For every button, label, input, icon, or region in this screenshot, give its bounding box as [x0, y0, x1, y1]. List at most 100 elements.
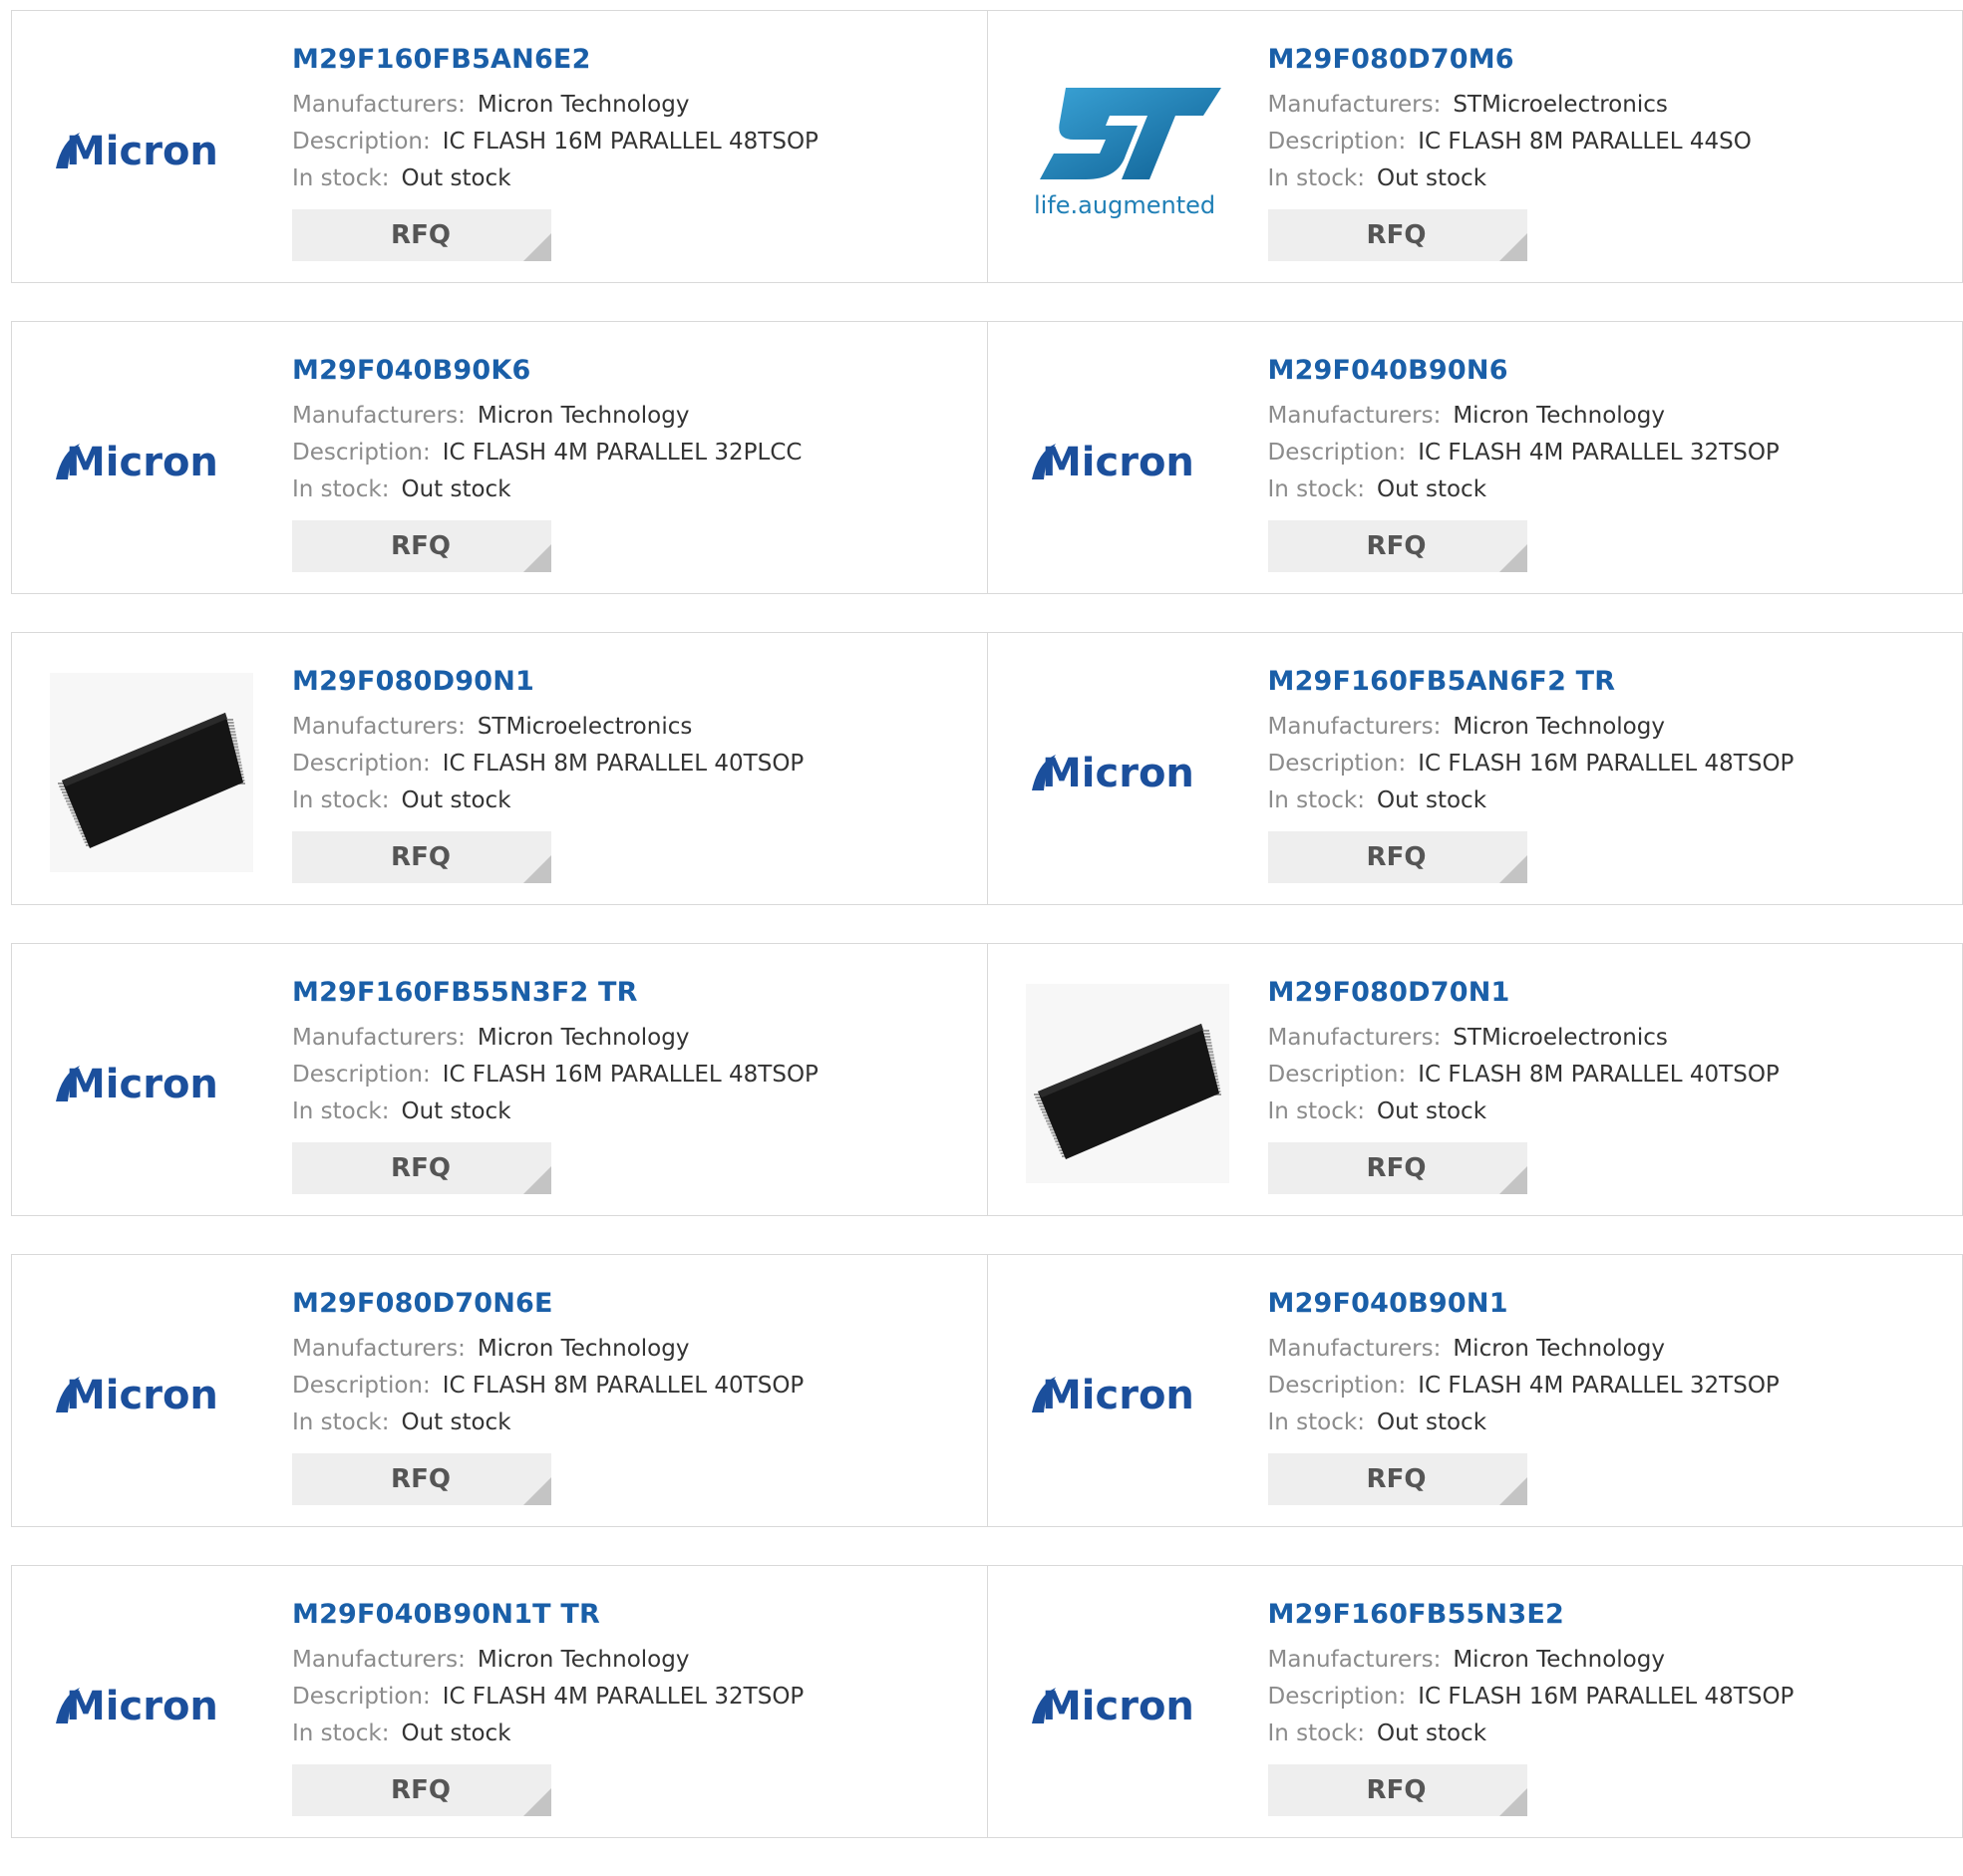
product-info: M29F040B90K6 Manufacturers:Micron Techno…: [292, 354, 802, 572]
description-label: Description:: [292, 1373, 431, 1399]
description-value: IC FLASH 4M PARALLEL 32TSOP: [443, 1684, 805, 1710]
rfq-button[interactable]: RFQ: [292, 520, 551, 572]
in-stock-label: In stock:: [292, 1409, 389, 1435]
part-number-link[interactable]: M29F160FB5AN6E2: [292, 43, 818, 77]
product-card: Micron M29F040B90N6 Manufacturers:Micron…: [988, 321, 1963, 594]
description-line: Description:IC FLASH 4M PARALLEL 32TSOP: [1268, 435, 1780, 471]
rfq-button[interactable]: RFQ: [1268, 209, 1527, 261]
description-line: Description: IC FLASH 8M PARALLEL 40TSOP: [292, 1368, 804, 1405]
part-number-link[interactable]: M29F080D90N1: [292, 665, 804, 699]
micron-wordmark: Micron: [66, 440, 218, 485]
stock-line: In stock:Out stock: [292, 471, 802, 508]
part-number-link[interactable]: M29F040B90N1T TR: [292, 1598, 804, 1632]
stock-value: Out stock: [401, 1720, 510, 1746]
manufacturer-value: STMicroelectronics: [478, 714, 693, 740]
description-line: Description: IC FLASH 16M PARALLEL 48TSOP: [292, 1057, 818, 1094]
part-number-link[interactable]: M29F080D70M6: [1268, 43, 1752, 77]
in-stock-label: In stock:: [1268, 1720, 1365, 1746]
description-line: Description:IC FLASH 8M PARALLEL 44SO: [1268, 124, 1752, 160]
manufacturer-line: Manufacturers:STMicroelectronics: [1268, 87, 1752, 124]
product-card: M29F080D70N1 Manufacturers:STMicroelectr…: [988, 943, 1963, 1216]
stock-value: Out stock: [1377, 165, 1486, 191]
product-card: M29F080D90N1 Manufacturers: STMicroelectr…: [11, 632, 988, 905]
manufacturer-logo[interactable]: Micron: [50, 362, 253, 561]
manufacturers-label: Manufacturers:: [1268, 1025, 1442, 1051]
manufacturer-line: Manufacturers:Micron Technology: [1268, 1642, 1795, 1679]
stock-value: Out stock: [1377, 1098, 1486, 1124]
rfq-button[interactable]: RFQ: [1268, 1453, 1527, 1505]
product-info: M29F160FB55N3E2 Manufacturers:Micron Tec…: [1268, 1598, 1795, 1816]
description-label: Description:: [292, 1062, 431, 1088]
description-label: Description:: [1268, 1062, 1407, 1088]
manufacturers-label: Manufacturers:: [1268, 403, 1442, 429]
stock-line: In stock:Out stock: [1268, 471, 1780, 508]
manufacturer-logo[interactable]: Micron: [1026, 1606, 1229, 1805]
in-stock-label: In stock:: [292, 1720, 389, 1746]
stock-value: Out stock: [401, 1409, 510, 1435]
description-line: Description:IC FLASH 8M PARALLEL 40TSOP: [292, 746, 804, 782]
description-value: IC FLASH 8M PARALLEL 40TSOP: [443, 1373, 805, 1399]
manufacturer-logo[interactable]: Micron: [1026, 1295, 1229, 1494]
corner-triangle-icon: [1499, 1166, 1527, 1194]
stock-line: In stock:Out stock: [1268, 782, 1795, 819]
description-value: IC FLASH 4M PARALLEL 32PLCC: [443, 440, 803, 466]
rfq-label: RFQ: [391, 1764, 451, 1816]
manufacturer-value: Micron Technology: [478, 1336, 690, 1362]
part-number-link[interactable]: M29F080D70N6E: [292, 1287, 804, 1321]
in-stock-label: In stock:: [1268, 1409, 1365, 1435]
manufacturer-logo[interactable]: Micron: [50, 1295, 253, 1494]
micron-wordmark: Micron: [66, 1373, 218, 1418]
part-number-link[interactable]: M29F040B90N6: [1268, 354, 1780, 388]
manufacturers-label: Manufacturers:: [292, 714, 466, 740]
rfq-button[interactable]: RFQ: [1268, 1142, 1527, 1194]
stock-line: In stock:Out stock: [292, 1094, 818, 1130]
manufacturer-logo[interactable]: Micron: [1026, 673, 1229, 872]
description-line: Description:IC FLASH 16M PARALLEL 48TSOP: [1268, 1679, 1795, 1716]
part-number-link[interactable]: M29F160FB55N3E2: [1268, 1598, 1795, 1632]
manufacturer-logo[interactable]: life.augmented: [1026, 51, 1229, 250]
in-stock-label: In stock:: [1268, 476, 1365, 502]
manufacturer-line: Manufacturers:STMicroelectronics: [1268, 1020, 1780, 1057]
manufacturer-logo[interactable]: [1026, 984, 1229, 1183]
product-info: M29F160FB55N3F2 TR Manufacturers:Micron …: [292, 976, 818, 1194]
part-number-link[interactable]: M29F160FB55N3F2 TR: [292, 976, 818, 1010]
product-card: Micron M29F160FB5AN6E2 Manufacturers:Mic…: [11, 10, 988, 283]
rfq-label: RFQ: [391, 520, 451, 572]
micron-wordmark: Micron: [1042, 751, 1194, 796]
manufacturer-logo[interactable]: Micron: [50, 984, 253, 1183]
micron-wordmark: Micron: [66, 1062, 218, 1107]
manufacturer-value: Micron Technology: [478, 92, 690, 118]
stock-line: In stock:Out stock: [1268, 1716, 1795, 1752]
manufacturer-value: Micron Technology: [478, 1647, 690, 1673]
rfq-button[interactable]: RFQ: [292, 209, 551, 261]
rfq-button[interactable]: RFQ: [1268, 1764, 1527, 1816]
stock-line: In stock:Out stock: [1268, 1405, 1780, 1441]
part-number-link[interactable]: M29F160FB5AN6F2 TR: [1268, 665, 1795, 699]
product-info: M29F160FB5AN6F2 TR Manufacturers:Micron …: [1268, 665, 1795, 883]
description-value: IC FLASH 16M PARALLEL 48TSOP: [443, 129, 818, 155]
manufacturer-line: Manufacturers:Micron Technology: [1268, 709, 1795, 746]
rfq-button[interactable]: RFQ: [292, 1764, 551, 1816]
rfq-button[interactable]: RFQ: [1268, 520, 1527, 572]
corner-triangle-icon: [1499, 544, 1527, 572]
description-label: Description:: [1268, 1373, 1407, 1399]
rfq-button[interactable]: RFQ: [292, 831, 551, 883]
description-value: IC FLASH 16M PARALLEL 48TSOP: [443, 1062, 818, 1088]
rfq-button[interactable]: RFQ: [292, 1142, 551, 1194]
manufacturer-logo[interactable]: [50, 673, 253, 872]
part-number-link[interactable]: M29F040B90K6: [292, 354, 802, 388]
manufacturer-logo[interactable]: Micron: [50, 1606, 253, 1805]
corner-triangle-icon: [1499, 1788, 1527, 1816]
description-label: Description:: [1268, 129, 1407, 155]
rfq-label: RFQ: [1367, 831, 1427, 883]
manufacturer-logo[interactable]: Micron: [1026, 362, 1229, 561]
description-value: IC FLASH 16M PARALLEL 48TSOP: [1418, 751, 1794, 777]
manufacturer-logo[interactable]: Micron: [50, 51, 253, 250]
rfq-button[interactable]: RFQ: [292, 1453, 551, 1505]
part-number-link[interactable]: M29F040B90N1: [1268, 1287, 1780, 1321]
product-row: Micron M29F080D70N6E Manufacturers:Micro…: [11, 1254, 1963, 1527]
stock-value: Out stock: [1377, 787, 1486, 813]
micron-logo-icon: Micron: [1028, 432, 1227, 491]
rfq-button[interactable]: RFQ: [1268, 831, 1527, 883]
part-number-link[interactable]: M29F080D70N1: [1268, 976, 1780, 1010]
